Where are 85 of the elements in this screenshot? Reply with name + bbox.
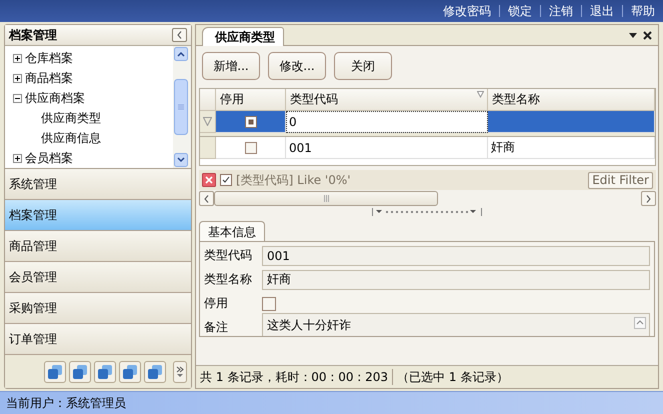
scroll-up-icon[interactable] <box>174 47 188 61</box>
input-field[interactable]: 奸商 <box>262 270 650 290</box>
header-corner <box>200 89 216 111</box>
column-header[interactable]: 停用 <box>216 89 286 111</box>
grip-icon <box>324 195 329 202</box>
column-header[interactable]: 类型名称 <box>488 89 655 111</box>
document-tab[interactable]: 供应商类型 <box>202 27 284 46</box>
field-label: 类型名称 <box>204 271 253 288</box>
panel-title: 档案管理 <box>9 26 57 44</box>
column-header[interactable]: 类型代码 <box>286 89 488 111</box>
scroll-thumb[interactable] <box>214 191 438 206</box>
column-header-label: 停用 <box>220 91 244 108</box>
scroll-thumb-icon[interactable] <box>174 79 188 135</box>
stacked-squares-icon <box>148 364 162 378</box>
expand-icon[interactable] <box>13 74 22 82</box>
expand-icon[interactable] <box>13 154 22 162</box>
module-shortcut-button[interactable] <box>94 360 116 382</box>
toolbar-button[interactable]: 关闭 <box>334 52 392 80</box>
nav-item[interactable]: 会员管理 <box>5 262 191 293</box>
scroll-down-icon[interactable] <box>174 153 188 167</box>
toolbar-button[interactable]: 修改... <box>268 52 326 80</box>
chevron-left-icon <box>177 31 182 39</box>
nav-item[interactable]: 订单管理 <box>5 324 191 355</box>
filter-icon[interactable] <box>477 91 484 98</box>
top-link[interactable]: 退出 <box>582 2 622 20</box>
top-link[interactable]: 锁定 <box>500 2 540 20</box>
field-label: 类型代码 <box>204 247 253 264</box>
module-shortcut-button[interactable] <box>119 360 141 382</box>
nav-item[interactable]: 系统管理 <box>5 169 191 200</box>
tree-item[interactable]: 仓库档案 <box>25 50 73 66</box>
tree-item[interactable]: 会员档案 <box>25 150 73 166</box>
splitter-handle[interactable] <box>372 208 482 216</box>
record-status: 共 1 条记录，耗时：00 : 00 : 203 <box>200 368 388 386</box>
tree-item[interactable]: 供应商档案 <box>25 90 85 106</box>
tree-item[interactable]: 供应商类型 <box>41 110 101 126</box>
filter-expression: [类型代码] Like '0%' <box>236 172 351 188</box>
scroll-right-button[interactable] <box>641 191 656 206</box>
module-shortcut-button[interactable] <box>69 360 91 382</box>
module-shortcut-button[interactable] <box>44 360 66 382</box>
checkbox[interactable] <box>244 116 256 128</box>
toolbar-button[interactable]: 新增... <box>202 52 260 80</box>
collapse-button[interactable] <box>172 28 187 42</box>
top-link[interactable]: 修改密码 <box>435 2 499 20</box>
table-cell[interactable]: 0 <box>286 111 488 133</box>
collapse-icon[interactable] <box>13 94 22 102</box>
stacked-squares-icon <box>48 364 62 378</box>
input-field[interactable]: 001 <box>262 246 650 266</box>
checkbox[interactable] <box>220 174 232 186</box>
tree-item[interactable]: 供应商信息 <box>41 130 101 146</box>
detail-tab[interactable]: 基本信息 <box>199 221 265 242</box>
checkbox[interactable] <box>262 296 276 310</box>
record-status: （已选中 1 条记录） <box>397 368 508 386</box>
nav-item[interactable]: 采购管理 <box>5 293 191 324</box>
clear-filter-icon[interactable] <box>202 173 216 187</box>
chevron-left-icon <box>204 194 209 202</box>
memo-field[interactable]: 这类人十分奸诈 <box>262 313 650 336</box>
double-chevron-icon <box>176 366 184 378</box>
filter-icon <box>203 117 212 126</box>
field-label: 备注 <box>204 319 229 336</box>
expand-icon[interactable] <box>13 54 22 62</box>
module-shortcut-button[interactable] <box>144 360 166 382</box>
table-cell: 001 <box>286 137 488 159</box>
current-user-status: 当前用户：系统管理员 <box>6 394 126 412</box>
scroll-left-button[interactable] <box>199 191 214 206</box>
table-cell: 奸商 <box>488 137 655 159</box>
nav-item[interactable]: 档案管理 <box>5 200 191 231</box>
vertical-scrollbar[interactable] <box>173 46 191 168</box>
more-button[interactable] <box>173 360 187 382</box>
memo-text: 这类人十分奸诈 <box>267 317 351 334</box>
column-header-label: 类型名称 <box>492 91 540 108</box>
stacked-squares-icon <box>73 364 87 378</box>
top-link[interactable]: 注销 <box>541 2 581 20</box>
chevron-right-icon <box>646 194 651 202</box>
nav-item[interactable]: 商品管理 <box>5 231 191 262</box>
edit-filter-button[interactable]: Edit Filter <box>588 172 653 188</box>
dropdown-icon[interactable] <box>629 32 637 38</box>
checkbox[interactable] <box>244 142 256 154</box>
tree-item[interactable]: 商品档案 <box>25 70 73 86</box>
scroll-up-icon[interactable] <box>634 317 646 329</box>
close-icon[interactable] <box>643 30 652 40</box>
field-label: 停用 <box>204 295 229 312</box>
stacked-squares-icon <box>123 364 137 378</box>
stacked-squares-icon <box>98 364 112 378</box>
top-link[interactable]: 帮助 <box>623 2 663 20</box>
column-header-label: 类型代码 <box>290 91 338 108</box>
